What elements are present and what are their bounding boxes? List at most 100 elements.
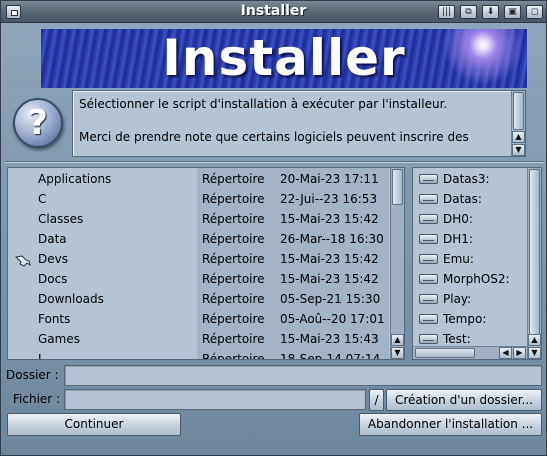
file-row[interactable]: I Répertoire 18-Sep-14 07:14 xyxy=(8,349,391,360)
file-row[interactable]: Data Répertoire 26-Mar--18 16:30 xyxy=(8,229,391,249)
volume-list-hscrollbar[interactable]: ◀ ▶ xyxy=(413,346,527,359)
question-icon: ? xyxy=(13,98,63,148)
parent-dir-button[interactable]: / xyxy=(369,389,384,411)
info-text-box: Sélectionner le script d'installation à … xyxy=(72,90,526,157)
file-date: 05-Sep-21 15:30 xyxy=(280,292,381,306)
volume-row[interactable]: MorphOS2: xyxy=(413,269,527,289)
info-scroll-up-arrow[interactable]: ▲ xyxy=(512,131,525,143)
titlebar-snapshot-button[interactable]: ⬇ xyxy=(482,5,499,19)
volume-name: Datas: xyxy=(443,192,482,206)
info-scroll-down-arrow[interactable]: ▼ xyxy=(512,144,525,156)
file-name: Fonts xyxy=(38,312,71,326)
abort-install-button[interactable]: Abandonner l'installation ... xyxy=(359,413,542,436)
volume-row[interactable]: Emu: xyxy=(413,249,527,269)
file-type: Répertoire xyxy=(202,192,265,206)
create-folder-button[interactable]: Création d'un dossier... xyxy=(386,389,542,411)
file-type: Répertoire xyxy=(202,232,265,246)
drive-icon xyxy=(419,194,438,204)
fichier-field[interactable] xyxy=(64,389,366,410)
volume-list-scrollbar[interactable]: ▲ ▼ xyxy=(527,168,541,359)
volume-scroll-right-arrow[interactable]: ▶ xyxy=(513,347,526,359)
titlebar-cycle-button[interactable]: ⧉ xyxy=(460,5,477,19)
file-type: Répertoire xyxy=(202,212,265,226)
drive-icon xyxy=(419,254,438,264)
file-date: 26-Mar--18 16:30 xyxy=(280,232,384,246)
volume-list[interactable]: Datas3: Datas: DH0: DH1: Emu: MorphOS2: Play: T… xyxy=(412,167,542,360)
volume-name: Datas3: xyxy=(443,172,490,186)
dossier-label: Dossier : xyxy=(6,368,59,382)
file-row[interactable]: Devs Répertoire 15-Mai-23 15:42 xyxy=(8,249,391,269)
volume-list-scroll-thumb[interactable] xyxy=(529,169,540,335)
file-name: I xyxy=(38,352,42,360)
file-list-scroll-thumb[interactable] xyxy=(392,169,403,205)
drive-icon xyxy=(419,214,438,224)
file-date: 20-Mai-23 17:11 xyxy=(280,172,379,186)
installer-window: Installer ||| ⧉ ⬇ ▣ ◻ Installer ? Sélect… xyxy=(0,0,547,456)
file-type: Répertoire xyxy=(202,312,265,326)
file-list-scrollbar[interactable]: ▲ ▼ xyxy=(390,168,404,359)
file-row[interactable]: Applications Répertoire 20-Mai-23 17:11 xyxy=(8,169,391,189)
file-name: Downloads xyxy=(38,292,104,306)
volume-row[interactable]: DH0: xyxy=(413,209,527,229)
file-name: Docs xyxy=(38,272,68,286)
volume-scroll-up-arrow[interactable]: ▲ xyxy=(528,334,541,346)
file-row[interactable]: Classes Répertoire 15-Mai-23 15:42 xyxy=(8,209,391,229)
drive-icon xyxy=(419,294,438,304)
file-list[interactable]: Applications Répertoire 20-Mai-23 17:11 C Ré… xyxy=(7,167,405,360)
file-type: Répertoire xyxy=(202,332,265,346)
volume-row[interactable]: Play: xyxy=(413,289,527,309)
file-name: Games xyxy=(38,332,80,346)
file-row[interactable]: Fonts Répertoire 05-Aoû--20 17:01 xyxy=(8,309,391,329)
volume-name: Emu: xyxy=(443,252,474,266)
dossier-field[interactable] xyxy=(64,365,542,386)
file-date: 15-Mai-23 15:42 xyxy=(280,272,379,286)
fichier-label: Fichier : xyxy=(13,392,61,406)
drive-icon xyxy=(419,314,438,324)
file-date: 15-Mai-23 15:42 xyxy=(280,212,379,226)
drive-icon xyxy=(419,274,438,284)
file-type: Répertoire xyxy=(202,272,265,286)
titlebar-zoom-button[interactable]: ▣ xyxy=(504,5,521,19)
drive-icon xyxy=(419,174,438,184)
drive-icon xyxy=(419,234,438,244)
continue-button[interactable]: Continuer xyxy=(7,413,181,436)
volume-row[interactable]: Tempo: xyxy=(413,309,527,329)
volume-name: Tempo: xyxy=(443,312,487,326)
file-name: Devs xyxy=(38,252,68,266)
file-name: C xyxy=(38,192,47,206)
file-date: 22-Jui--23 16:53 xyxy=(280,192,378,206)
titlebar-depth-button[interactable]: ◻ xyxy=(526,5,543,19)
titlebar-iconify-button[interactable]: ||| xyxy=(438,5,455,19)
title-bar[interactable]: Installer ||| ⧉ ⬇ ▣ ◻ xyxy=(1,1,546,23)
file-name: Data xyxy=(38,232,67,246)
file-date: 18-Sep-14 07:14 xyxy=(280,352,381,360)
file-row[interactable]: C Répertoire 22-Jui--23 16:53 xyxy=(8,189,391,209)
volume-scroll-left-arrow[interactable]: ◀ xyxy=(499,347,512,359)
info-line-1: Sélectionner le script d'installation à … xyxy=(79,97,448,111)
file-list-scroll-up-arrow[interactable]: ▲ xyxy=(391,334,404,346)
file-type: Répertoire xyxy=(202,172,265,186)
volume-hscroll-thumb[interactable] xyxy=(415,348,475,358)
info-line-2: Merci de prendre note que certains logic… xyxy=(79,130,469,144)
file-list-scroll-down-arrow[interactable]: ▼ xyxy=(391,347,404,359)
volume-scroll-down-arrow[interactable]: ▼ xyxy=(528,347,541,359)
volume-row[interactable]: Datas: xyxy=(413,189,527,209)
file-name: Applications xyxy=(38,172,112,186)
file-type: Répertoire xyxy=(202,292,265,306)
drive-icon xyxy=(419,334,438,344)
info-scrollbar[interactable]: ▲ ▼ xyxy=(511,91,525,156)
file-row[interactable]: Downloads Répertoire 05-Sep-21 15:30 xyxy=(8,289,391,309)
file-date: 15-Mai-23 15:43 xyxy=(280,332,379,346)
file-name: Classes xyxy=(38,212,84,226)
file-row[interactable]: Docs Répertoire 15-Mai-23 15:42 xyxy=(8,269,391,289)
volume-row[interactable]: Datas3: xyxy=(413,169,527,189)
volume-name: DH1: xyxy=(443,232,473,246)
file-type: Répertoire xyxy=(202,252,265,266)
file-date: 05-Aoû--20 17:01 xyxy=(280,312,385,326)
volume-name: MorphOS2: xyxy=(443,272,510,286)
separator xyxy=(5,161,544,163)
banner-title: Installer xyxy=(162,29,406,87)
file-row[interactable]: Games Répertoire 15-Mai-23 15:43 xyxy=(8,329,391,349)
volume-row[interactable]: DH1: xyxy=(413,229,527,249)
info-scroll-thumb[interactable] xyxy=(513,92,524,130)
